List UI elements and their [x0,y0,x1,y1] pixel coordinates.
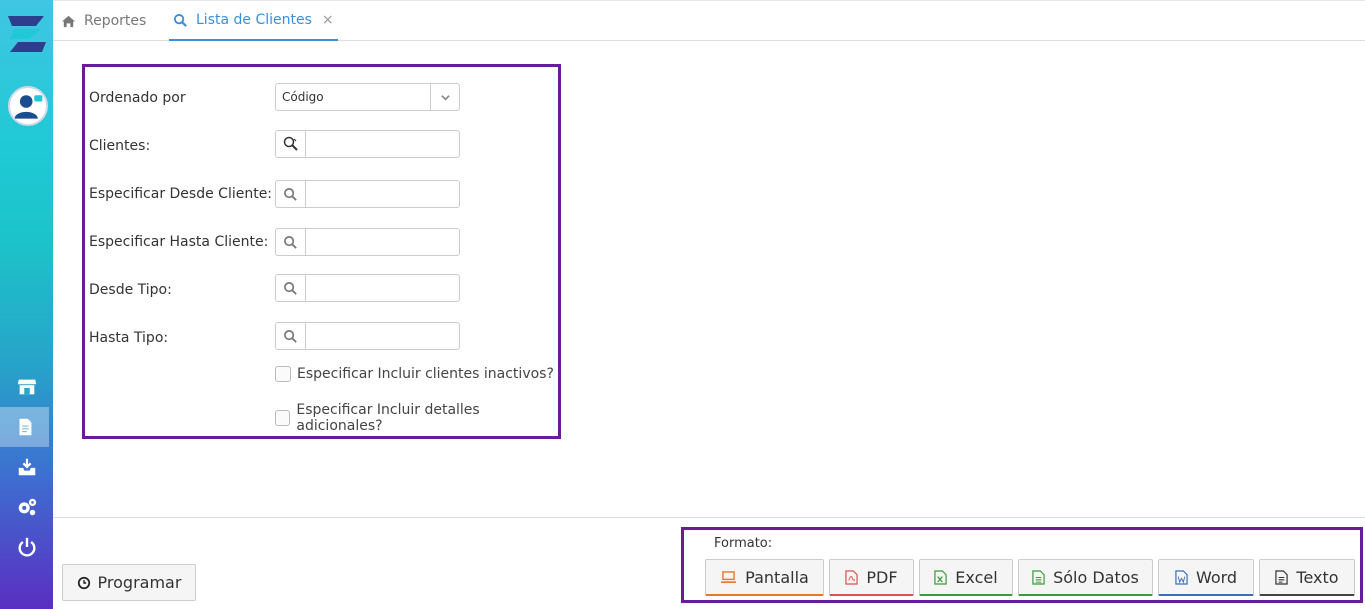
pantalla-button[interactable]: Pantalla [705,559,824,596]
incluir-detalles-label: Especificar Incluir detalles adicionales… [296,402,480,434]
incluir-inactivos-label: Especificar Incluir clientes inactivos? [297,366,554,382]
pdf-file-icon [845,569,859,585]
pantalla-label: Pantalla [745,567,809,587]
search-icon[interactable] [276,323,306,349]
texto-label: Texto [1296,567,1339,587]
incluir-detalles-checkbox[interactable]: Especificar Incluir detalles adicionales… [275,402,558,434]
format-panel: Formato: Pantalla PDF Excel Sólo Datos W… [681,527,1363,603]
search-icon [173,13,188,28]
download-tray-icon[interactable] [0,447,53,487]
tab-reportes[interactable]: Reportes [61,1,146,41]
excel-label: Excel [955,567,998,587]
tab-reportes-label: Reportes [84,13,147,29]
chevron-down-icon[interactable] [430,84,459,110]
report-document-icon[interactable] [0,407,49,447]
laptop-icon [720,570,737,584]
ordenado-por-select[interactable]: Código [275,83,460,111]
checkbox-box[interactable] [275,410,291,426]
tab-lista-de-clientes-label: Lista de Clientes [196,12,312,28]
store-icon[interactable] [0,367,53,407]
multi-search-icon[interactable] [276,131,306,157]
settings-gears-icon[interactable] [0,487,53,527]
clientes-label: Clientes: [89,138,151,154]
clientes-field[interactable] [275,130,460,158]
hasta-tipo-field[interactable] [275,322,460,350]
hasta-tipo-label: Hasta Tipo: [89,330,169,346]
hasta-cliente-label: Especificar Hasta Cliente: [89,234,269,250]
close-tab-icon[interactable]: × [322,12,334,28]
solo-datos-button[interactable]: Sólo Datos [1018,559,1153,596]
hasta-cliente-field[interactable] [275,228,460,256]
excel-button[interactable]: Excel [919,559,1013,596]
clock-icon [77,576,91,590]
excel-file-icon [934,569,947,585]
footer-divider [53,517,1365,518]
desde-cliente-label: Especificar Desde Cliente: [89,186,273,202]
data-file-icon [1032,569,1045,585]
app-window: Reportes Lista de Clientes × Ordenado po… [0,0,1365,609]
ordenado-por-label: Ordenado por [89,90,186,106]
ordenado-por-value: Código [282,90,324,104]
desde-cliente-field[interactable] [275,180,460,208]
text-file-icon [1275,569,1289,585]
word-file-icon [1175,569,1188,585]
search-icon[interactable] [276,275,306,301]
tab-lista-de-clientes[interactable]: Lista de Clientes × [169,1,338,41]
desde-tipo-field[interactable] [275,274,460,302]
search-icon[interactable] [276,181,306,207]
home-icon [61,14,76,29]
pdf-button[interactable]: PDF [829,559,914,596]
incluir-inactivos-checkbox[interactable]: Especificar Incluir clientes inactivos? [275,366,554,382]
checkbox-box[interactable] [275,366,291,382]
formato-label: Formato: [714,536,773,551]
app-logo[interactable] [6,12,48,56]
programar-button[interactable]: Programar [62,564,196,601]
texto-button[interactable]: Texto [1259,559,1355,596]
desde-tipo-label: Desde Tipo: [89,282,172,298]
user-avatar[interactable] [8,86,48,126]
sidebar [0,0,53,609]
power-icon[interactable] [0,527,53,567]
tab-bar: Reportes Lista de Clientes × [53,0,1365,41]
report-filters-panel: Ordenado por Código Clientes: Especifica… [82,64,561,439]
word-button[interactable]: Word [1158,559,1254,596]
search-icon[interactable] [276,229,306,255]
solo-datos-label: Sólo Datos [1053,567,1139,587]
word-label: Word [1195,567,1238,587]
pdf-label: PDF [866,567,898,587]
programar-label: Programar [97,573,182,592]
